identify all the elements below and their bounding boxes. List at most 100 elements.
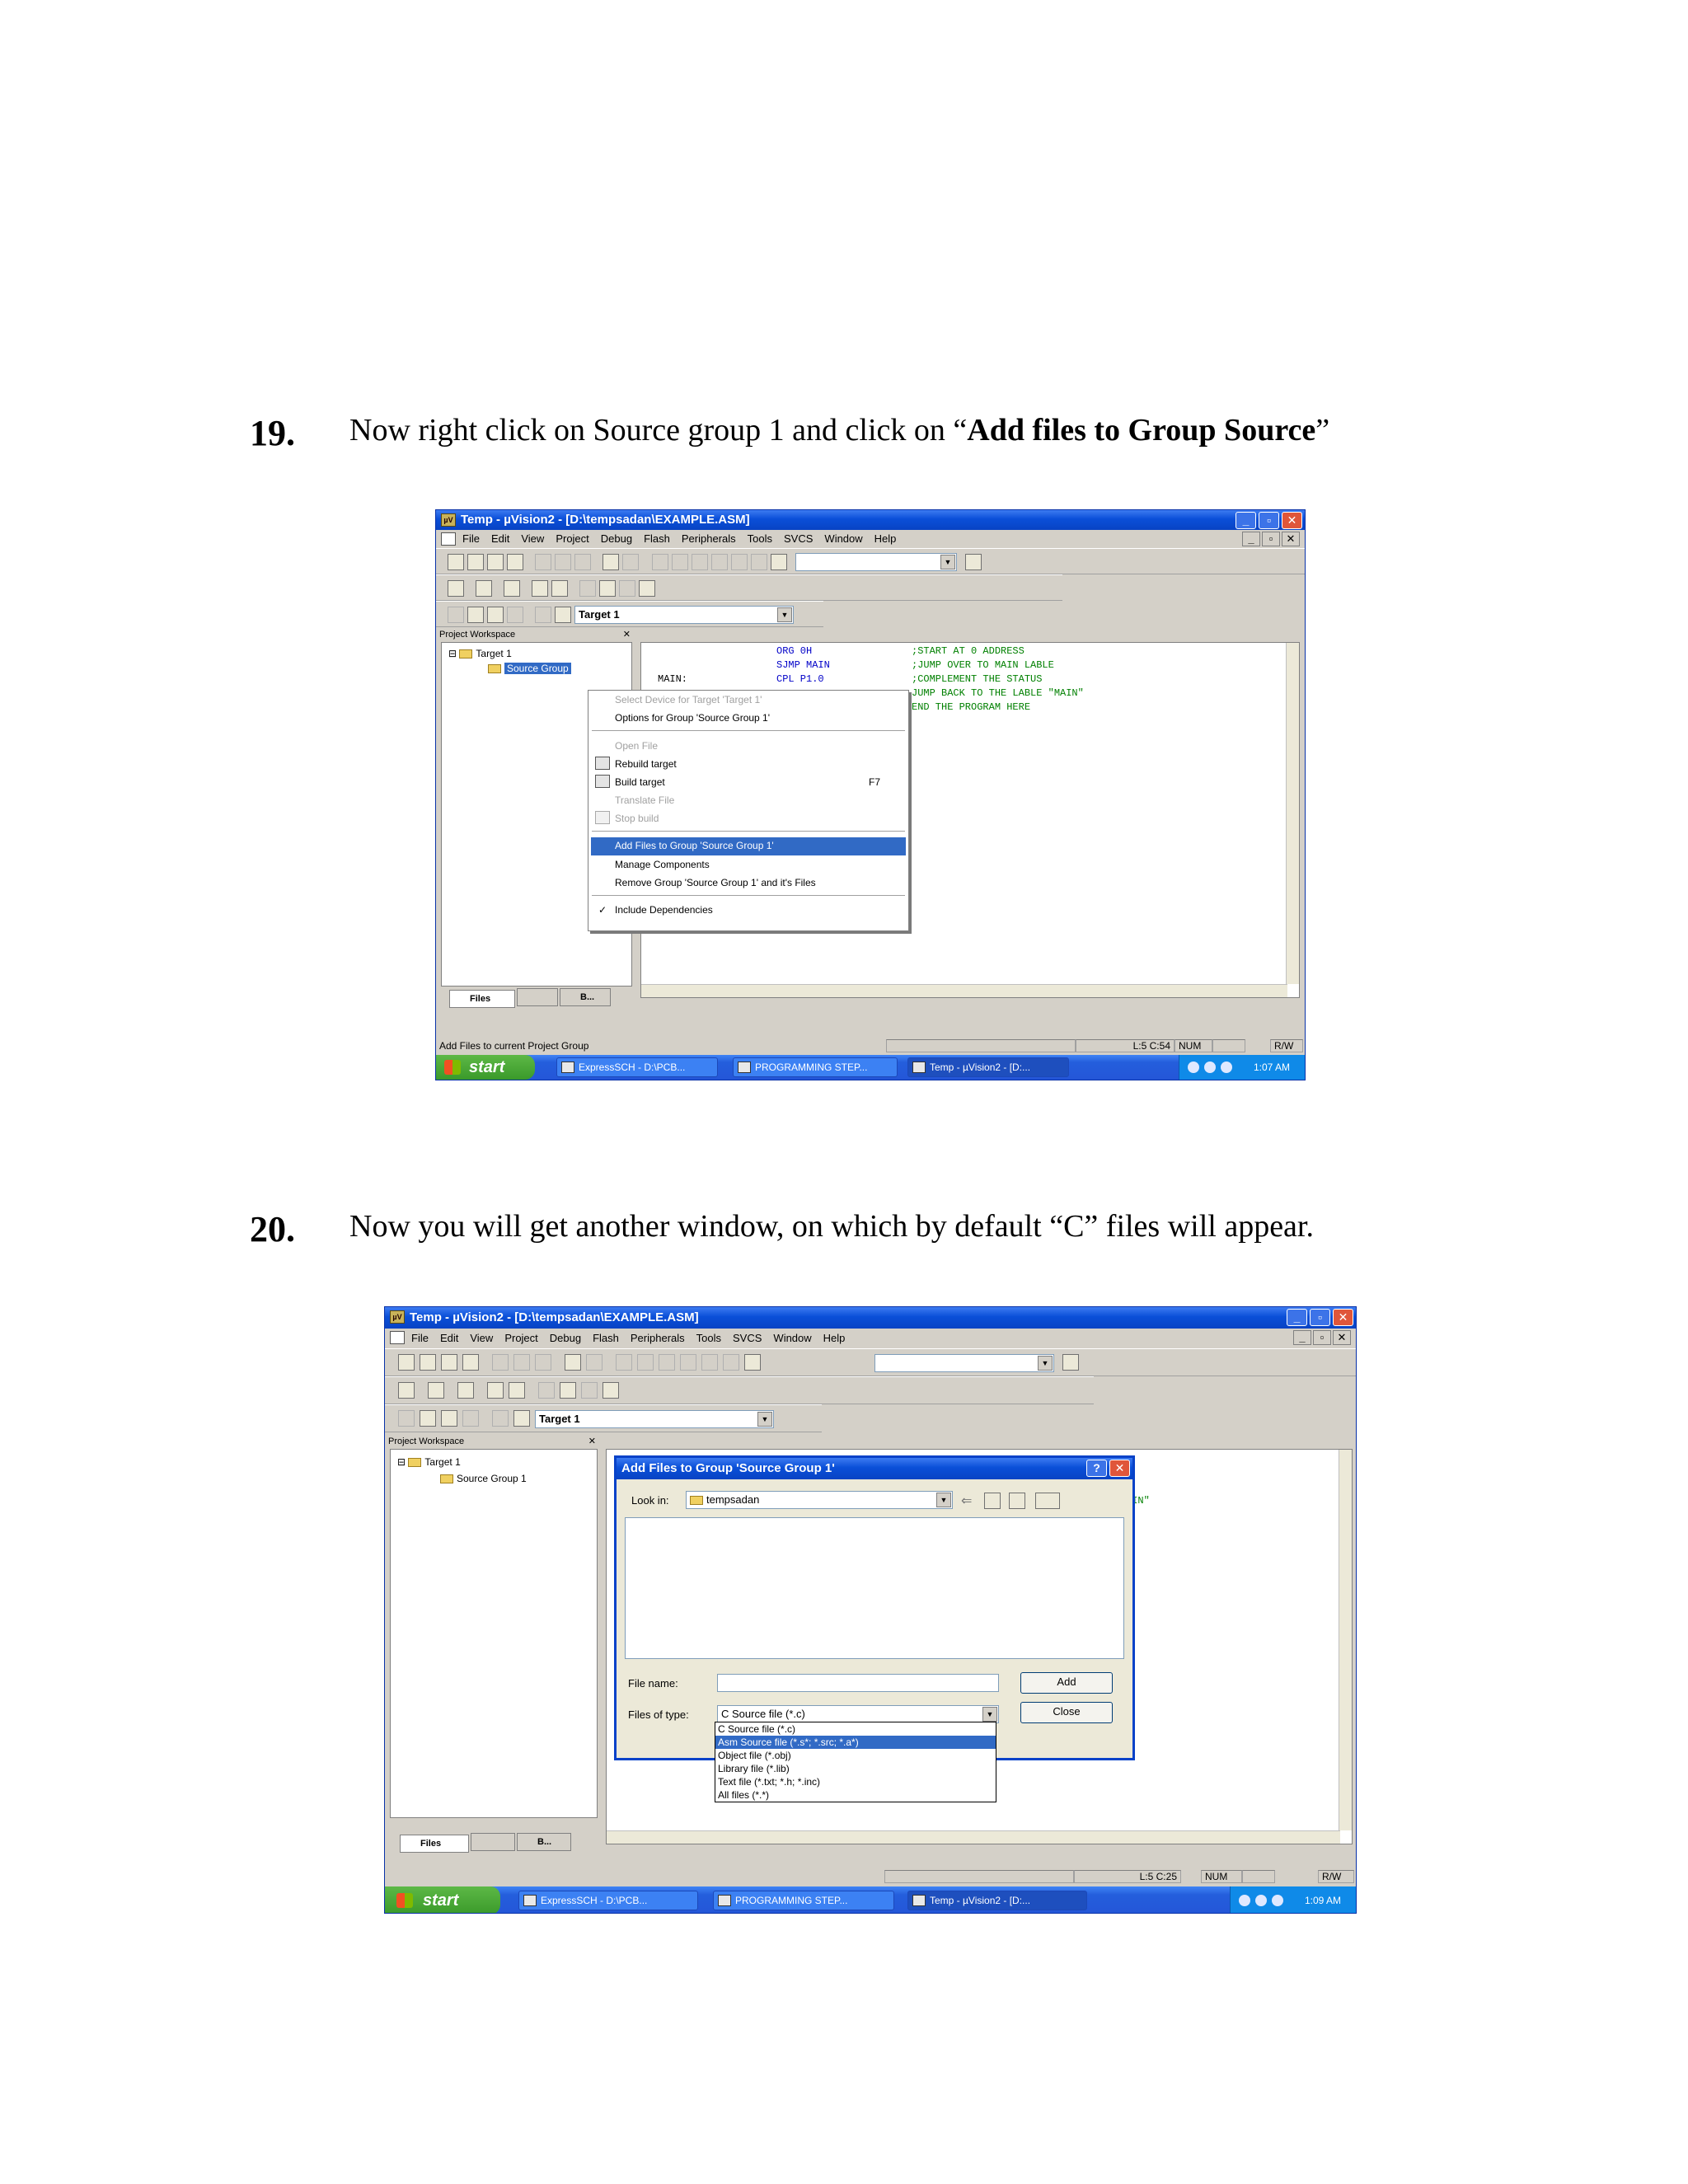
menu-flash[interactable]: Flash — [593, 1329, 619, 1348]
menu-debug[interactable]: Debug — [601, 530, 632, 548]
close-button[interactable]: ✕ — [1333, 1309, 1353, 1326]
editor-hscrollbar[interactable] — [641, 984, 1287, 997]
rebuild-icon[interactable] — [487, 607, 504, 623]
rebuild-icon[interactable] — [441, 1410, 457, 1427]
menu-help[interactable]: Help — [874, 530, 897, 548]
chevron-down-icon[interactable]: ▼ — [982, 1707, 997, 1722]
copy-icon[interactable] — [513, 1354, 530, 1371]
menu-svcs[interactable]: SVCS — [733, 1329, 762, 1348]
debug-start-icon[interactable] — [398, 1382, 415, 1399]
menu-window[interactable]: Window — [773, 1329, 811, 1348]
editor-vscrollbar[interactable] — [1339, 1450, 1352, 1830]
tray-network-icon[interactable] — [1203, 1062, 1216, 1073]
copy-icon[interactable] — [555, 554, 571, 570]
bookmark-next-icon[interactable] — [711, 554, 728, 570]
open-file-icon[interactable] — [467, 554, 484, 570]
chevron-down-icon[interactable]: ▼ — [940, 555, 955, 569]
tray-volume-icon[interactable] — [1220, 1062, 1232, 1073]
indent-icon[interactable] — [616, 1354, 632, 1371]
menu-item-manage-components[interactable]: Manage Components — [615, 859, 710, 870]
download-icon[interactable] — [492, 1410, 509, 1427]
download-icon[interactable] — [535, 607, 551, 623]
save-icon[interactable] — [441, 1354, 457, 1371]
task-expresssch[interactable]: ExpressSCH - D:\PCB... — [556, 1057, 718, 1077]
menu-file[interactable]: File — [411, 1329, 429, 1348]
build-icon[interactable] — [467, 607, 484, 623]
chevron-down-icon[interactable]: ▼ — [936, 1493, 951, 1507]
mdi-restore-button[interactable]: ▫ — [1313, 1330, 1331, 1345]
undo-icon[interactable] — [603, 554, 619, 570]
back-arrow-icon[interactable]: ⇐ — [961, 1493, 972, 1509]
menu-project[interactable]: Project — [504, 1329, 537, 1348]
menu-item-stop-build[interactable]: Stop build — [615, 813, 659, 824]
tab-regs[interactable] — [517, 988, 558, 1006]
find-combo[interactable]: ▼ — [795, 553, 957, 571]
menu-peripherals[interactable]: Peripherals — [682, 530, 736, 548]
menu-item-build[interactable]: Build target — [615, 776, 665, 788]
menu-svcs[interactable]: SVCS — [784, 530, 813, 548]
chevron-down-icon[interactable]: ▼ — [982, 1707, 997, 1722]
menu-item-open-file[interactable]: Open File — [615, 740, 658, 752]
target-options-icon[interactable] — [513, 1410, 530, 1427]
start-button[interactable]: start — [436, 1055, 535, 1080]
menu-item-select-device[interactable]: Select Device for Target 'Target 1' — [615, 694, 762, 705]
peripherals-icon[interactable] — [603, 1382, 619, 1399]
new-folder-icon[interactable] — [1009, 1493, 1025, 1509]
tree-source-group[interactable]: Source Group — [488, 661, 571, 676]
build-icon[interactable] — [420, 1410, 436, 1427]
menu-tools[interactable]: Tools — [696, 1329, 721, 1348]
chevron-down-icon[interactable]: ▼ — [936, 1493, 951, 1507]
binoculars-icon[interactable] — [965, 554, 982, 570]
new-file-icon[interactable] — [448, 554, 464, 570]
menu-project[interactable]: Project — [556, 530, 588, 548]
tab-files[interactable]: Files — [449, 990, 515, 1008]
bookmark-icon[interactable] — [659, 1354, 675, 1371]
chevron-down-icon[interactable]: ▼ — [1038, 1356, 1053, 1371]
bookmark-next-icon[interactable] — [680, 1354, 696, 1371]
zoom-icon[interactable] — [457, 1382, 474, 1399]
restore-button[interactable]: ▫ — [1259, 512, 1279, 529]
save-all-icon[interactable] — [507, 554, 523, 570]
help-button[interactable]: ? — [1086, 1460, 1107, 1477]
option-c-source[interactable]: C Source file (*.c) — [715, 1722, 996, 1736]
mdi-minimize-button[interactable]: _ — [1242, 532, 1260, 546]
output-window-icon[interactable] — [509, 1382, 525, 1399]
cut-icon[interactable] — [492, 1354, 509, 1371]
stop-build-icon[interactable] — [462, 1410, 479, 1427]
debug-start-icon[interactable] — [448, 580, 464, 597]
open-file-icon[interactable] — [420, 1354, 436, 1371]
option-object-file[interactable]: Object file (*.obj) — [715, 1749, 996, 1762]
disassembly-icon[interactable] — [581, 1382, 598, 1399]
option-text-file[interactable]: Text file (*.txt; *.h; *.inc) — [715, 1775, 996, 1788]
tray-volume-icon[interactable] — [1271, 1895, 1283, 1906]
outdent-icon[interactable] — [672, 554, 688, 570]
bookmark-icon[interactable] — [692, 554, 708, 570]
option-all-files[interactable]: All files (*.*) — [715, 1788, 996, 1802]
tree-target[interactable]: ⊟ Target 1 — [448, 646, 512, 661]
save-all-icon[interactable] — [462, 1354, 479, 1371]
look-in-select[interactable]: tempsadan ▼ — [686, 1491, 953, 1509]
bookmark-clear-icon[interactable] — [751, 554, 767, 570]
outdent-icon[interactable] — [637, 1354, 654, 1371]
menu-edit[interactable]: Edit — [440, 1329, 458, 1348]
task-uvision[interactable]: Temp - µVision2 - [D:... — [907, 1057, 1069, 1077]
tab-books[interactable]: B... — [560, 988, 611, 1006]
find-in-files-icon[interactable] — [771, 554, 787, 570]
target-select[interactable]: Target 1 ▼ — [574, 606, 794, 624]
mdi-minimize-button[interactable]: _ — [1293, 1330, 1311, 1345]
target-select[interactable]: Target 1 ▼ — [535, 1410, 774, 1428]
files-of-type-select[interactable]: C Source file (*.c) ▼ — [717, 1705, 999, 1723]
close-icon[interactable]: ✕ — [623, 629, 631, 640]
mdi-close-button[interactable]: ✕ — [1282, 532, 1300, 546]
bookmark-prev-icon[interactable] — [731, 554, 748, 570]
menu-tools[interactable]: Tools — [748, 530, 772, 548]
zoom-icon[interactable] — [504, 580, 520, 597]
tree-target[interactable]: ⊟ Target 1 — [397, 1455, 461, 1469]
menu-edit[interactable]: Edit — [491, 530, 509, 548]
stop-build-icon[interactable] — [507, 607, 523, 623]
tab-books[interactable]: B... — [517, 1833, 571, 1851]
option-library-file[interactable]: Library file (*.lib) — [715, 1762, 996, 1775]
target-options-icon[interactable] — [555, 607, 571, 623]
menu-item-rebuild[interactable]: Rebuild target — [615, 758, 677, 770]
menu-file[interactable]: File — [462, 530, 480, 548]
